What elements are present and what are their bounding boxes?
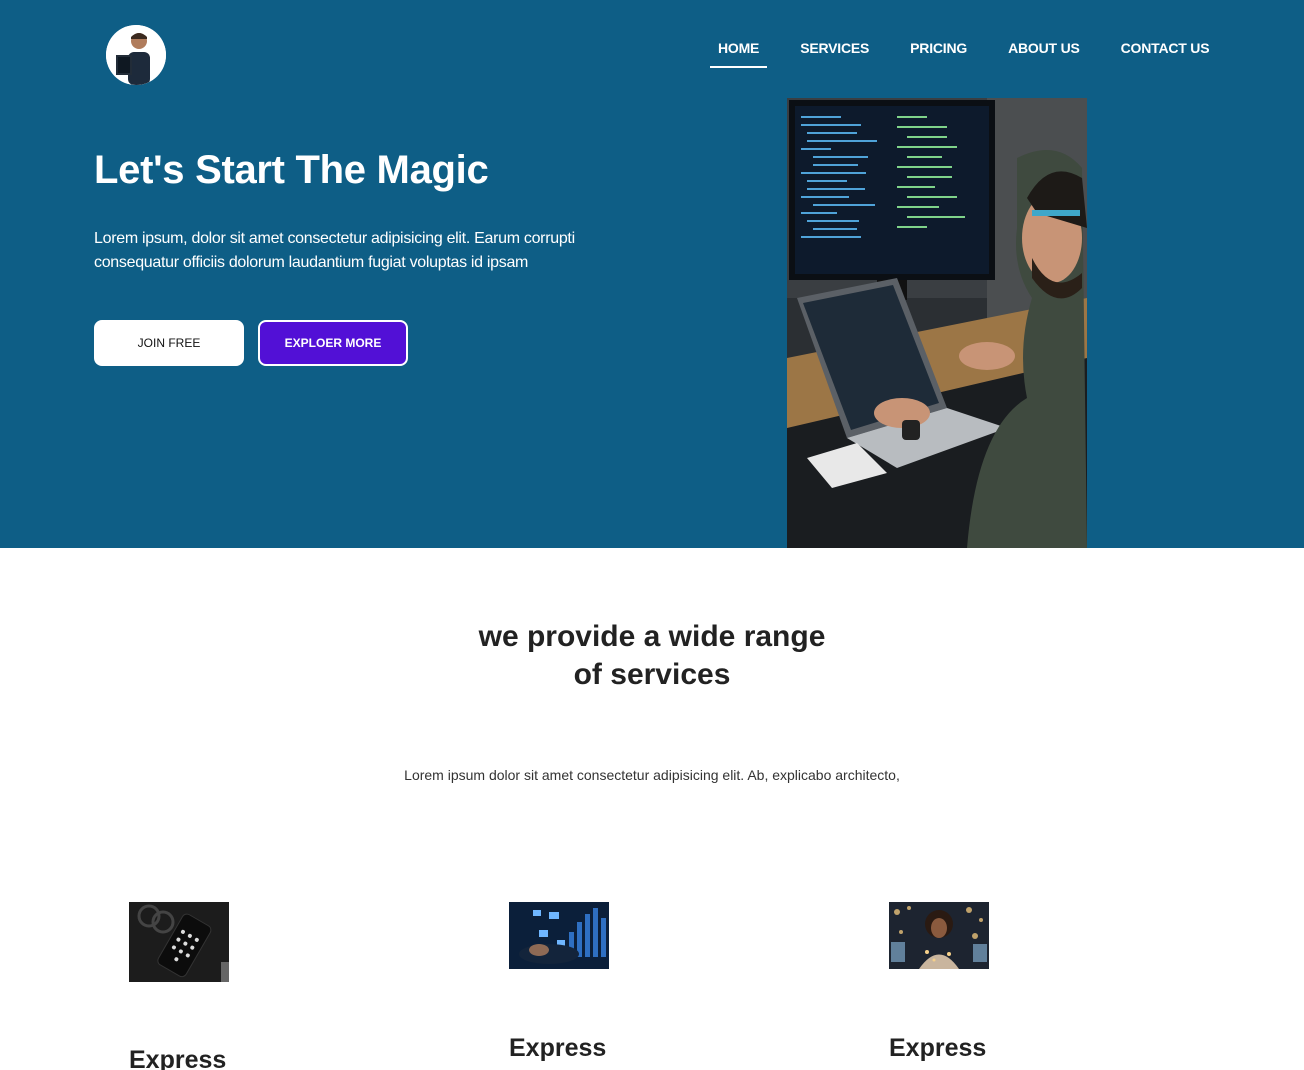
nav-contact-us[interactable]: CONTACT US [1109,30,1222,68]
services-title: we provide a wide range of services [0,618,1304,694]
nav-about-us[interactable]: ABOUT US [996,30,1092,68]
hero-developer-photo [787,98,1087,548]
logo-avatar[interactable] [106,25,166,85]
explore-more-button[interactable]: EXPLOER MORE [258,320,408,366]
service-card-image-phone [129,902,229,982]
person-avatar-icon [106,25,166,85]
service-card-title: Express [889,1034,987,1062]
services-subtitle: Lorem ipsum dolor sit amet consectetur a… [404,767,900,783]
nav-home[interactable]: HOME [706,30,771,68]
join-free-button[interactable]: JOIN FREE [94,320,244,366]
service-card-title: Express [129,1046,227,1070]
service-card-title: Express [509,1034,607,1062]
service-card-image-analytics [509,902,609,969]
woman-with-phone-image [889,902,989,969]
nav-pricing[interactable]: PRICING [898,30,979,68]
analytics-dashboard-image [509,902,609,969]
nav-services[interactable]: SERVICES [788,30,881,68]
hero-section: HOME SERVICES PRICING ABOUT US CONTACT U… [0,0,1304,548]
developer-at-desk-image [787,98,1087,548]
hero-title: Let's Start The Magic [94,148,489,192]
hero-description: Lorem ipsum, dolor sit amet consectetur … [94,230,575,271]
main-nav: HOME SERVICES PRICING ABOUT US CONTACT U… [706,30,1238,68]
services-title-line1: we provide a wide range [478,620,826,653]
services-title-line2: of services [573,658,731,691]
smartphone-image [129,902,229,982]
service-card-image-person [889,902,989,969]
